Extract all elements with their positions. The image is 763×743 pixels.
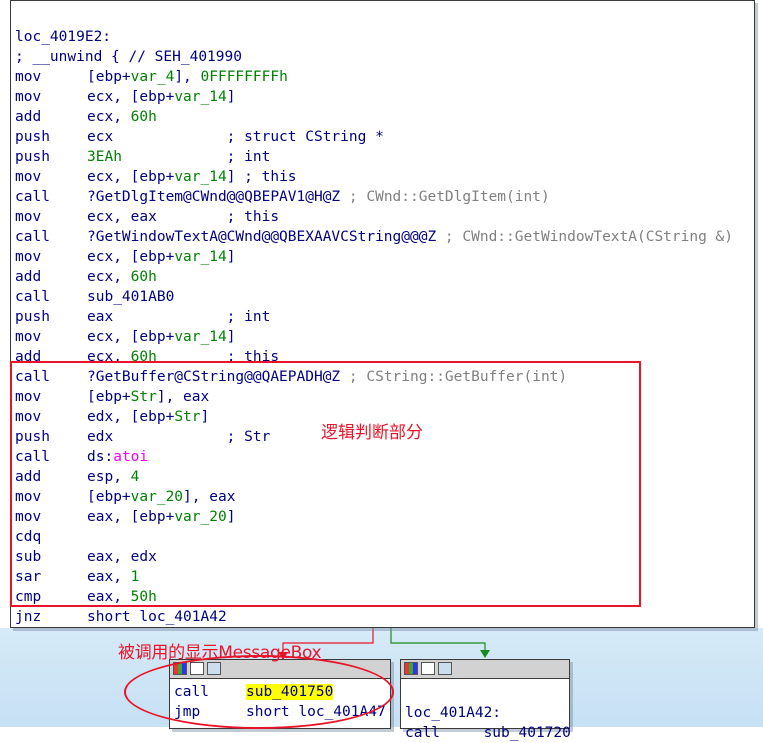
- mnemonic: mov: [15, 69, 42, 85]
- instruction-line[interactable]: push ecx ; struct CString *: [15, 127, 384, 147]
- block-label[interactable]: loc_4019E2:: [15, 27, 111, 47]
- operand: 60h: [130, 269, 157, 285]
- mnemonic: add: [15, 269, 42, 285]
- instruction-line[interactable]: add ecx, 60h: [15, 107, 157, 127]
- operand: 60h: [130, 109, 157, 125]
- instruction-line[interactable]: jnz short loc_401A42: [15, 607, 227, 627]
- operand: sub_401AB0: [87, 289, 175, 305]
- operand: short loc_401A42: [87, 609, 227, 625]
- node-color-icon[interactable]: [404, 662, 418, 675]
- instruction-line[interactable]: mov ecx, [ebp+var_14] ; this: [15, 167, 297, 187]
- operand: ?GetDlgItem@CWnd@@QBEPAV1@H@Z: [87, 189, 341, 205]
- edit-node-icon[interactable]: [421, 662, 435, 675]
- graph-overview-icon[interactable]: [438, 662, 452, 675]
- operand: ]: [226, 329, 236, 345]
- mnemonic: mov: [15, 249, 42, 265]
- seh-comment: ; __unwind { // SEH_401990: [15, 49, 242, 65]
- operand: var_4: [130, 69, 175, 85]
- instruction-line[interactable]: call ?GetDlgItem@CWnd@@QBEPAV1@H@Z ; CWnd…: [15, 187, 550, 207]
- instruction-line[interactable]: mov ecx, [ebp+var_14]: [15, 87, 235, 107]
- operand: ecx, [ebp+: [87, 329, 175, 345]
- mnemonic: mov: [15, 89, 42, 105]
- operand: ecx, [ebp+: [87, 249, 175, 265]
- mnemonic: push: [15, 149, 50, 165]
- instruction-line[interactable]: mov ecx, [ebp+var_14]: [15, 247, 235, 267]
- instruction-line[interactable]: mov ecx, [ebp+var_14]: [15, 327, 235, 347]
- mnemonic: mov: [15, 329, 42, 345]
- mnemonic: mov: [15, 209, 42, 225]
- operand: ]: [226, 249, 236, 265]
- mnemonic: call: [15, 289, 50, 305]
- instruction-line[interactable]: mov [ebp+var_4], 0FFFFFFFFh: [15, 67, 288, 87]
- mnemonic: call: [15, 189, 50, 205]
- operand: eax ; int: [87, 309, 271, 325]
- operand: ],: [174, 69, 201, 85]
- mnemonic: push: [15, 129, 50, 145]
- messagebox-highlight-ellipse: [124, 655, 394, 729]
- instruction-line[interactable]: push 3EAh ; int: [15, 147, 270, 167]
- operand: ecx,: [87, 269, 131, 285]
- node-titlebar: [401, 660, 569, 679]
- basic-block-loc-401A42[interactable]: loc_401A42: call sub_401720: [400, 659, 571, 741]
- operand: var_14: [174, 89, 227, 105]
- operand: 3EAh: [87, 149, 122, 165]
- partial-instruction: call sub_401720: [405, 725, 571, 741]
- operand: [ebp+: [87, 69, 131, 85]
- operand: ?GetWindowTextA@CWnd@@QBEXAAVCString@@@Z: [87, 229, 437, 245]
- operand: ] ; this: [226, 169, 297, 185]
- mnemonic: jnz: [15, 609, 42, 625]
- operand: ecx ; struct CString *: [87, 129, 384, 145]
- demangled-comment: ; CWnd::GetDlgItem(int): [340, 189, 550, 205]
- operand: var_14: [174, 249, 227, 265]
- operand: 0FFFFFFFFh: [200, 69, 288, 85]
- instruction-line[interactable]: push eax ; int: [15, 307, 270, 327]
- instruction-line[interactable]: mov ecx, eax ; this: [15, 207, 279, 227]
- operand: ecx, [ebp+: [87, 89, 175, 105]
- demangled-comment: ; CWnd::GetWindowTextA(CString &): [436, 229, 734, 245]
- messagebox-annotation-label: 被调用的显示MessageBox: [118, 643, 322, 663]
- logic-highlight-box: [10, 361, 641, 607]
- logic-annotation-label: 逻辑判断部分: [321, 423, 423, 443]
- instruction-line[interactable]: call sub_401AB0: [15, 287, 174, 307]
- mnemonic: mov: [15, 169, 42, 185]
- instruction-line[interactable]: call ?GetWindowTextA@CWnd@@QBEXAAVCString…: [15, 227, 733, 247]
- edge-true-branch: [390, 627, 486, 652]
- block-label[interactable]: loc_401A42:: [405, 703, 501, 723]
- operand: ecx, [ebp+: [87, 169, 175, 185]
- instruction-line[interactable]: add ecx, 60h: [15, 267, 157, 287]
- mnemonic: add: [15, 109, 42, 125]
- operand: ecx, eax ; this: [87, 209, 280, 225]
- operand: ; int: [121, 149, 271, 165]
- mnemonic: call: [15, 229, 50, 245]
- operand: var_14: [174, 329, 227, 345]
- edge-true-arrow: [480, 650, 490, 658]
- operand: ecx,: [87, 109, 131, 125]
- operand: var_14: [174, 169, 227, 185]
- mnemonic: push: [15, 309, 50, 325]
- operand: ]: [226, 89, 236, 105]
